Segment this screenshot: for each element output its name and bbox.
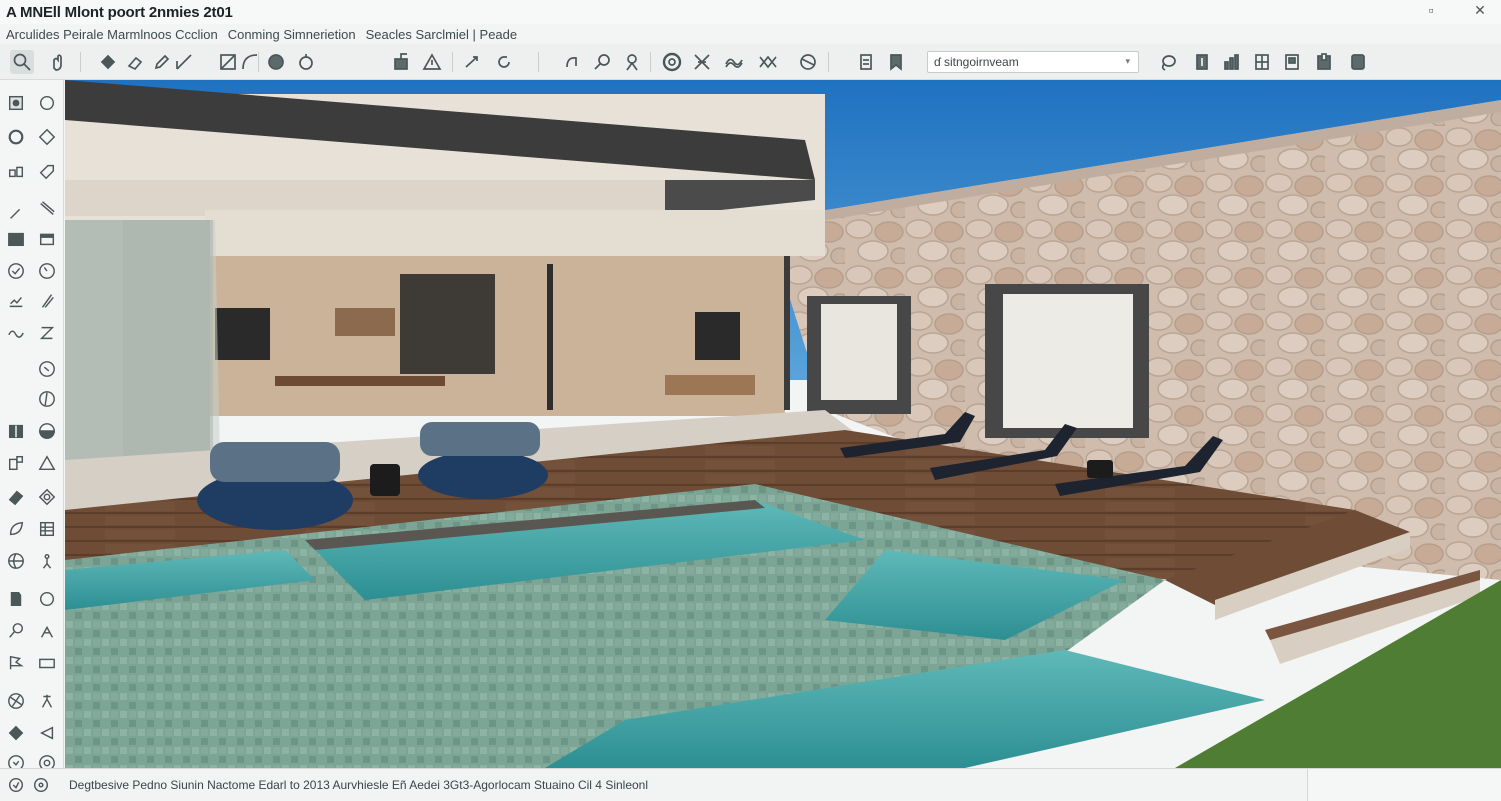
lasso-icon[interactable] [1156,50,1180,74]
bookmark-icon[interactable] [884,50,908,74]
magnify-side-icon[interactable] [5,620,27,642]
materials-icon[interactable] [1346,50,1370,74]
tape-measure-icon[interactable] [590,50,614,74]
title-bar: A MNEll Mlont poort 2nmies 2t01 [0,0,1501,24]
pool-house-render [65,80,1501,768]
target-icon[interactable] [36,486,58,508]
bar-chart-icon[interactable] [1220,50,1244,74]
measurements-box[interactable] [1307,769,1501,801]
protractor-icon[interactable] [36,388,58,410]
z-shape-icon[interactable] [36,322,58,344]
back-arrow-icon[interactable] [36,722,58,744]
geo-location-icon[interactable] [796,50,820,74]
menu-item-architecture[interactable]: Arculides Peirale Marmlnoos Ccclion [6,27,218,42]
zoom-icon[interactable] [10,50,34,74]
pin-icon[interactable] [36,690,58,712]
ring-icon[interactable] [36,588,58,610]
menu-item-seacles[interactable]: Seacles Sarclmiel | Peade [366,27,518,42]
eraser-side-icon[interactable] [5,486,27,508]
web-icon[interactable] [5,690,27,712]
diamond-icon[interactable] [36,126,58,148]
move-icon[interactable] [460,50,484,74]
eraser-icon[interactable] [124,50,148,74]
chart-tool-icon[interactable] [5,290,27,312]
half-circle-icon[interactable] [36,420,58,442]
mesh-icon[interactable] [756,50,780,74]
search-value: ɗ sitngoirnveam [934,55,1019,69]
layers-icon[interactable] [854,50,878,74]
triangle-icon[interactable] [36,452,58,474]
rectangle-side-icon[interactable] [36,652,58,674]
help-status-icon[interactable] [30,774,52,796]
pencil-icon[interactable] [150,50,174,74]
paint-bucket-icon[interactable] [96,50,120,74]
app-title: A MNEll Mlont poort 2nmies 2t01 [6,3,233,21]
tag-icon[interactable] [36,160,58,182]
chevron-down-icon[interactable]: ▾ [1125,56,1130,67]
scenes-icon[interactable] [1280,50,1304,74]
toolbar [0,44,1501,80]
blocks-icon[interactable] [5,160,27,182]
rotate-view-icon[interactable] [5,126,27,148]
text-tool-icon[interactable] [620,50,644,74]
status-bar: Degtbesive Pedno Siunin Nactome Edarl to… [0,768,1501,801]
rectangle-icon[interactable] [216,50,240,74]
prev-diamond-icon[interactable] [5,722,27,744]
push-pull-icon[interactable] [390,50,414,74]
panel-icon[interactable] [36,228,58,250]
brush-icon[interactable] [36,290,58,312]
left-tool-palette [0,80,64,771]
book-icon[interactable] [5,420,27,442]
status-text: Degtbesive Pedno Siunin Nactome Edarl to… [69,778,649,792]
sandbox-icon[interactable] [722,50,746,74]
fill-rect-icon[interactable] [5,228,27,250]
search-input[interactable]: ɗ sitngoirnveam ▾ [927,51,1139,73]
line-icon[interactable] [172,50,196,74]
clock-icon[interactable] [36,260,58,282]
menu-item-conming[interactable]: Conming Simnerietion [228,27,356,42]
leaf-icon[interactable] [5,518,27,540]
oval-icon[interactable] [36,92,58,114]
globe-icon[interactable] [660,50,684,74]
rotate-icon[interactable] [492,50,516,74]
globe-side-icon[interactable] [5,550,27,572]
compass-icon[interactable] [36,358,58,380]
close-button[interactable]: ✕ [1470,2,1490,19]
pen-icon[interactable] [5,202,27,224]
document-icon[interactable] [5,588,27,610]
model-viewport[interactable] [65,80,1501,768]
table-grid-icon[interactable] [36,518,58,540]
person-icon[interactable] [36,550,58,572]
styles-icon[interactable] [1312,50,1336,74]
house-icon[interactable] [5,452,27,474]
orbit-icon[interactable] [294,50,318,74]
select-icon[interactable] [5,92,27,114]
menu-bar: Arculides Peirale Marmlnoos Ccclion Conm… [0,24,1501,44]
wave-icon[interactable] [5,322,27,344]
walk-icon[interactable] [36,620,58,642]
section-plane-icon[interactable] [690,50,714,74]
warning-icon[interactable] [420,50,444,74]
check-circle-icon[interactable] [5,260,27,282]
hand-icon[interactable] [46,50,70,74]
component-icon[interactable] [1190,50,1214,74]
check-status-icon[interactable] [5,774,27,796]
follow-me-icon[interactable] [560,50,584,74]
grid-view-icon[interactable] [1250,50,1274,74]
minimize-button[interactable]: ▫ [1421,2,1441,18]
circle-icon[interactable] [264,50,288,74]
slash-icon[interactable] [36,198,58,220]
flag-icon[interactable] [5,652,27,674]
